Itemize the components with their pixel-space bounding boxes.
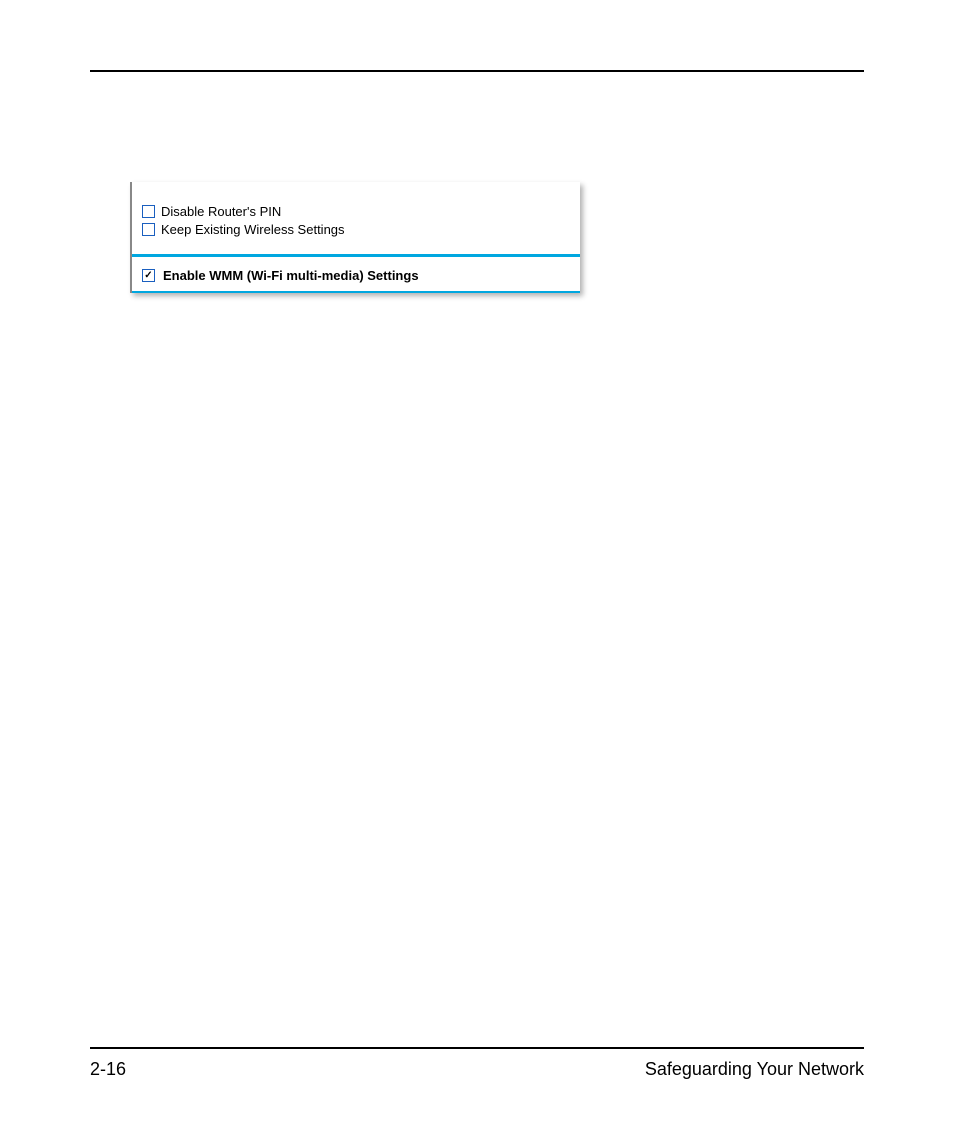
footer-row: 2-16 Safeguarding Your Network <box>90 1059 864 1080</box>
option-enable-wmm: Enable WMM (Wi-Fi multi-media) Settings <box>142 268 572 283</box>
top-divider <box>90 70 864 72</box>
section-divider-thin <box>132 291 580 293</box>
checkbox-icon[interactable] <box>142 223 155 236</box>
option-label: Keep Existing Wireless Settings <box>161 222 345 237</box>
cutoff-row <box>142 186 572 200</box>
option-keep-settings: Keep Existing Wireless Settings <box>142 222 572 237</box>
wmm-section: Enable WMM (Wi-Fi multi-media) Settings <box>132 257 580 288</box>
page-footer: 2-16 Safeguarding Your Network <box>90 1047 864 1080</box>
document-page: Disable Router's PIN Keep Existing Wirel… <box>0 0 954 1145</box>
wps-section: Disable Router's PIN Keep Existing Wirel… <box>132 182 580 244</box>
option-disable-pin: Disable Router's PIN <box>142 204 572 219</box>
bottom-divider <box>90 1047 864 1049</box>
option-label: Enable WMM (Wi-Fi multi-media) Settings <box>163 268 419 283</box>
checkbox-icon[interactable] <box>142 269 155 282</box>
option-label: Disable Router's PIN <box>161 204 281 219</box>
page-number: 2-16 <box>90 1059 126 1080</box>
checkbox-icon[interactable] <box>142 205 155 218</box>
section-title: Safeguarding Your Network <box>645 1059 864 1080</box>
settings-panel-screenshot: Disable Router's PIN Keep Existing Wirel… <box>130 182 580 293</box>
